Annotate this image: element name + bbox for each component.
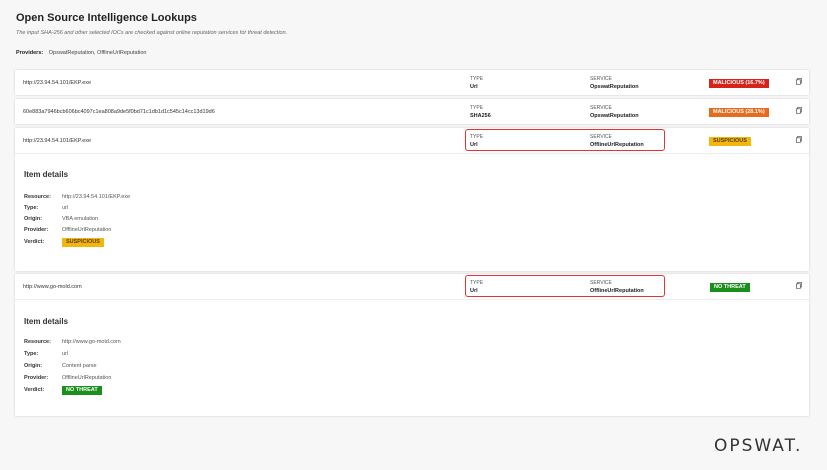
providers-label: Providers: bbox=[16, 50, 44, 56]
result-row[interactable]: http://23.94.54.101/EKP.exe TYPE Url SER… bbox=[15, 128, 809, 154]
copy-icon[interactable] bbox=[796, 78, 802, 85]
row-service: SERVICE OpswatReputation bbox=[590, 75, 639, 91]
result-card: 60e883a7946bcb606bc4097c1ea808a9de5f0bd7… bbox=[15, 99, 809, 124]
providers-value: OpswatReputation, OfflineUrlReputation bbox=[48, 50, 147, 56]
result-card-expanded: http://www.go-mold.com TYPE Url SERVICE … bbox=[15, 274, 809, 416]
verdict-badge: MALICIOUS (16.7%) bbox=[709, 79, 769, 88]
detail-origin: Origin: VBA emulation bbox=[24, 216, 99, 222]
type-value: SHA256 bbox=[470, 113, 491, 119]
service-value: OpswatReputation bbox=[590, 113, 639, 119]
detail-type: Type: url bbox=[24, 351, 69, 357]
service-label: SERVICE bbox=[590, 76, 612, 82]
detail-type: Type: url bbox=[24, 205, 69, 211]
copy-icon[interactable] bbox=[796, 282, 802, 289]
detail-verdict: Verdict: NO THREAT bbox=[24, 386, 102, 395]
type-value: Url bbox=[470, 84, 478, 90]
result-row[interactable]: http://23.94.54.101/EKP.exe TYPE Url SER… bbox=[15, 70, 809, 95]
detail-verdict: Verdict: SUSPICIOUS bbox=[24, 238, 104, 247]
item-details-title: Item details bbox=[24, 317, 69, 326]
result-row[interactable]: 60e883a7946bcb606bc4097c1ea808a9de5f0bd7… bbox=[15, 99, 809, 124]
result-row[interactable]: http://www.go-mold.com TYPE Url SERVICE … bbox=[15, 274, 809, 300]
providers-line: Providers: OpswatReputation, OfflineUrlR… bbox=[16, 50, 146, 56]
verdict-badge: NO THREAT bbox=[62, 386, 102, 395]
type-label: TYPE bbox=[470, 76, 484, 82]
row-resource: http://www.go-mold.com bbox=[23, 284, 82, 290]
type-label: TYPE bbox=[470, 134, 484, 140]
detail-resource: Resource: http://23.94.54.101/EKP.exe bbox=[24, 194, 131, 200]
row-type: TYPE Url bbox=[470, 279, 483, 295]
copy-icon[interactable] bbox=[796, 136, 802, 143]
service-label: SERVICE bbox=[590, 134, 612, 140]
verdict-badge: SUSPICIOUS bbox=[709, 137, 751, 146]
service-value: OpswatReputation bbox=[590, 84, 639, 90]
verdict-badge: SUSPICIOUS bbox=[62, 238, 104, 247]
service-label: SERVICE bbox=[590, 105, 612, 111]
service-value: OfflineUrlReputation bbox=[590, 142, 644, 148]
verdict-badge: NO THREAT bbox=[710, 283, 750, 292]
row-type: TYPE SHA256 bbox=[470, 104, 491, 120]
type-label: TYPE bbox=[470, 105, 484, 111]
result-card-expanded: http://23.94.54.101/EKP.exe TYPE Url SER… bbox=[15, 128, 809, 271]
row-service: SERVICE OfflineUrlReputation bbox=[590, 133, 644, 149]
detail-provider: Provider: OfflineUrlReputation bbox=[24, 227, 112, 233]
row-service: SERVICE OfflineUrlReputation bbox=[590, 279, 644, 295]
copy-icon[interactable] bbox=[796, 107, 802, 114]
result-card: http://23.94.54.101/EKP.exe TYPE Url SER… bbox=[15, 70, 809, 95]
detail-resource: Resource: http://www.go-mold.com bbox=[24, 339, 121, 345]
type-value: Url bbox=[470, 288, 478, 294]
row-resource: http://23.94.54.101/EKP.exe bbox=[23, 138, 92, 144]
opswat-logo: OPSWAT. bbox=[714, 436, 803, 456]
verdict-badge: MALICIOUS (28.1%) bbox=[709, 108, 769, 117]
row-service: SERVICE OpswatReputation bbox=[590, 104, 639, 120]
item-details-title: Item details bbox=[24, 170, 69, 179]
detail-provider: Provider: OfflineUrlReputation bbox=[24, 375, 112, 381]
type-label: TYPE bbox=[470, 280, 484, 286]
row-resource: http://23.94.54.101/EKP.exe bbox=[23, 80, 92, 86]
detail-origin: Origin: Content parse bbox=[24, 363, 97, 369]
osint-page: Open Source Intelligence Lookups The inp… bbox=[0, 0, 827, 470]
type-value: Url bbox=[470, 142, 478, 148]
service-value: OfflineUrlReputation bbox=[590, 288, 644, 294]
page-subtitle: The input SHA-256 and other selected IOC… bbox=[16, 30, 288, 36]
row-resource: 60e883a7946bcb606bc4097c1ea808a9de5f0bd7… bbox=[23, 109, 215, 115]
page-title: Open Source Intelligence Lookups bbox=[16, 12, 197, 24]
row-type: TYPE Url bbox=[470, 133, 483, 149]
service-label: SERVICE bbox=[590, 280, 612, 286]
row-type: TYPE Url bbox=[470, 75, 483, 91]
